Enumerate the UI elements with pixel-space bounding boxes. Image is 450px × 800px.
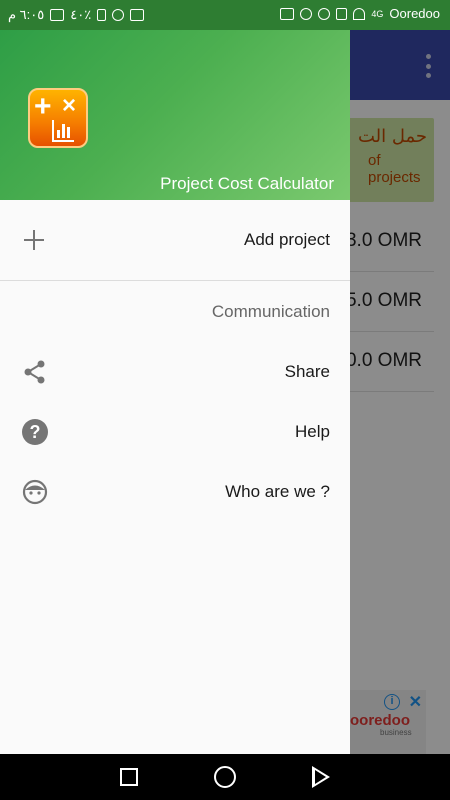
navigation-drawer: + × Project Cost Calculator Add project … (0, 30, 350, 754)
add-project-label: Add project (244, 230, 330, 249)
system-nav-bar (0, 754, 450, 800)
drawer-header: + × Project Cost Calculator (0, 30, 350, 200)
shield-icon (336, 7, 348, 20)
mail-icon (280, 7, 295, 20)
section-header-communication: Communication (211, 302, 330, 321)
battery-percent-text: ٤٠٪ (70, 7, 92, 22)
help-label: Help (295, 422, 330, 441)
help-item[interactable]: ? Help (0, 402, 350, 462)
app-logo-icon: + × (28, 88, 88, 148)
home-button[interactable] (214, 766, 236, 788)
who-are-we-label: Who are we ? (225, 482, 330, 501)
who-are-we-item[interactable]: Who are we ? (0, 462, 350, 522)
plus-icon (24, 230, 44, 250)
network-type: 4G (371, 8, 384, 19)
face-icon (22, 479, 48, 505)
share-label: Share (284, 362, 330, 381)
message-icon (50, 9, 65, 21)
notification-n-icon (300, 7, 313, 20)
help-icon: ? (22, 419, 48, 445)
carrier-name: Ooredoo (389, 6, 440, 21)
back-button[interactable] (312, 766, 330, 788)
vibrate-icon (97, 9, 107, 21)
app-title: Project Cost Calculator (160, 174, 334, 193)
alarm-icon (112, 9, 125, 21)
status-bar: ٦:٠٥ م ٤٠٪ 4G Ooredoo (0, 0, 450, 30)
add-project-item[interactable]: Add project (0, 210, 350, 270)
share-icon (24, 360, 45, 384)
clock-text: ٦:٠٥ م (8, 7, 45, 22)
nfc-icon (130, 9, 145, 21)
share-item[interactable]: Share (0, 342, 350, 402)
recents-button[interactable] (120, 768, 138, 786)
wifi-icon (353, 7, 366, 20)
divider (0, 280, 350, 281)
whatsapp-icon (318, 7, 331, 20)
